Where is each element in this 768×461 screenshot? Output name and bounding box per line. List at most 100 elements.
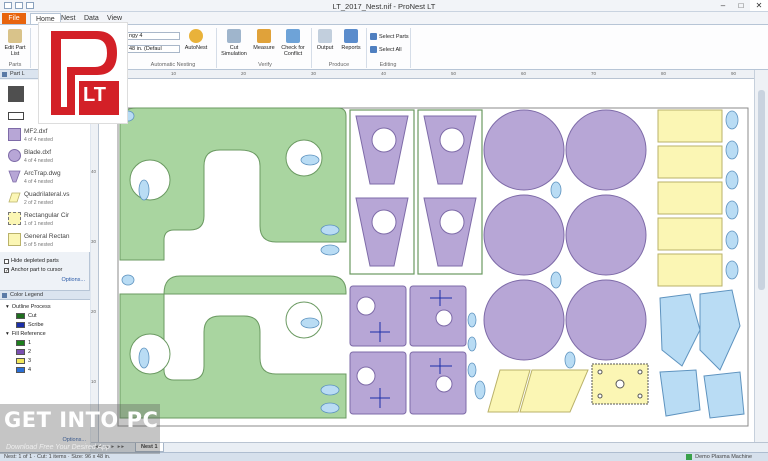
list-item[interactable]: ArcTrap.dwg 4 of 4 nested: [6, 168, 86, 188]
cut-simulation-label: Cut Simulation: [221, 45, 247, 57]
part-thumbnail[interactable]: [8, 86, 24, 102]
expand-icon: ▾: [6, 304, 9, 310]
ruler-label: 50: [451, 71, 457, 76]
ruler-label: 20: [91, 309, 97, 314]
list-item[interactable]: General Rectan 5 of 5 nested: [6, 231, 86, 251]
arctrap-part-icon: [8, 170, 21, 183]
pin-icon[interactable]: [2, 293, 7, 298]
reports-label: Reports: [341, 45, 361, 51]
fill-swatch: [16, 349, 25, 355]
part-name: MF2.dxf: [24, 128, 48, 135]
select-parts-label: Select Parts: [379, 33, 409, 40]
checkbox-box: [4, 258, 9, 264]
sheet-size-combo[interactable]: 48 in. (Defaul: [126, 45, 180, 53]
cut-label: Cut: [28, 313, 37, 319]
window-controls: – □ ✕: [714, 0, 768, 11]
nest-combo[interactable]: ngy 4: [126, 32, 180, 40]
list-item[interactable]: Quadrilateral.vs 2 of 2 nested: [6, 189, 86, 209]
ruler-label: 10: [91, 379, 97, 384]
ruler-label: 90: [731, 71, 737, 76]
rectangular-circle-part[interactable]: [591, 363, 649, 405]
select-parts-button[interactable]: Select Parts: [370, 33, 409, 40]
hide-depleted-label: Hide depleted parts: [11, 258, 59, 264]
list-item[interactable]: MF2.dxf 4 of 4 nested: [6, 126, 86, 146]
ruler-label: 40: [91, 169, 97, 174]
logo-graphic: [51, 31, 119, 115]
parts-group-label: Parts: [8, 62, 22, 68]
rectangular-circle-part-icon: [8, 212, 21, 225]
pin-icon[interactable]: [2, 72, 7, 77]
maximize-button[interactable]: □: [732, 0, 750, 11]
ruler-label: 70: [591, 71, 597, 76]
left-panel: Part L MF2.dxf 4 of 4 nested Blade.dxf 4…: [0, 70, 90, 453]
cut-simulation-button[interactable]: Cut Simulation: [219, 29, 249, 57]
machine-status-icon: [686, 454, 693, 460]
machine-name: Demo Plasma Machine: [695, 454, 752, 460]
checkbox-box: ✓: [4, 267, 10, 274]
edit-part-list-button[interactable]: Edit Part List: [3, 29, 27, 57]
pronest-lt-logo: LT: [38, 22, 128, 124]
hide-depleted-checkbox[interactable]: Hide depleted parts: [4, 258, 59, 264]
reports-button[interactable]: Reports: [339, 29, 363, 51]
minimize-button[interactable]: –: [714, 0, 732, 11]
tab-file[interactable]: File: [2, 13, 26, 24]
ruler-label: 10: [171, 71, 177, 76]
measure-icon: [257, 29, 271, 43]
quadrilateral-parts[interactable]: [487, 369, 589, 413]
fill-legend-row: 1: [16, 340, 31, 346]
part-count: 1 of 1 nested: [24, 221, 53, 227]
vertical-scrollbar[interactable]: [754, 70, 768, 442]
left-ruler: 50 40 30 20 10: [91, 79, 99, 442]
outline-process-label: Outline Process: [11, 304, 51, 310]
part-list-options-link[interactable]: Options...: [61, 277, 85, 283]
expand-icon: ▾: [6, 331, 9, 337]
blade-part-icon: [8, 149, 21, 162]
ruler-label: 20: [241, 71, 247, 76]
output-button[interactable]: Output: [314, 29, 336, 51]
scrollbar-thumb[interactable]: [758, 90, 765, 290]
ruler-label: 80: [661, 71, 667, 76]
select-all-label: Select All: [379, 46, 402, 53]
top-ruler: 0 10 20 30 40 50 60 70 80 90: [91, 70, 754, 79]
watermark-title: GET INTO PC: [4, 408, 159, 432]
fill-label: 1: [28, 340, 32, 346]
fill-swatch: [16, 367, 25, 373]
check-for-conflict-button[interactable]: Check for Conflict: [278, 29, 308, 57]
reports-icon: [344, 29, 358, 43]
fill-reference-row[interactable]: ▾ Fill Reference: [6, 331, 46, 337]
outline-process-row[interactable]: ▾ Outline Process: [6, 304, 51, 310]
list-item[interactable]: Blade.dxf 4 of 4 nested: [6, 147, 86, 167]
cut-swatch: [16, 313, 25, 319]
autonest-button[interactable]: AutoNest: [183, 29, 209, 51]
anchor-part-checkbox[interactable]: ✓ Anchor part to cursor: [4, 267, 62, 273]
measure-button[interactable]: Measure: [251, 29, 277, 51]
editing-group-label: Editing: [379, 62, 397, 68]
general-rectangle-parts[interactable]: [657, 109, 723, 287]
general-rectangle-part-icon: [8, 233, 21, 246]
nest-drawing[interactable]: [100, 80, 754, 442]
close-button[interactable]: ✕: [750, 0, 768, 11]
fill-legend-row: 2: [16, 349, 31, 355]
title-bar: LT_2017_Nest.nif - ProNest LT – □ ✕: [0, 0, 768, 12]
scribe-swatch: [16, 322, 25, 328]
ruler-label: 60: [521, 71, 527, 76]
mf2-part-icon: [8, 128, 21, 141]
produce-group-label: Produce: [328, 62, 350, 68]
scribe-legend-row: Scribe: [16, 322, 44, 328]
cut-legend-row: Cut: [16, 313, 37, 319]
scribe-label: Scribe: [28, 322, 44, 328]
machine-status: Demo Plasma Machine: [686, 453, 752, 461]
edit-part-list-label: Edit Part List: [4, 45, 26, 57]
fill-label: 4: [28, 367, 32, 373]
nest-canvas[interactable]: 0 10 20 30 40 50 60 70 80 90 50 40 30 20…: [91, 70, 754, 442]
part-name: Quadrilateral.vs: [24, 191, 70, 198]
fill-swatch: [16, 358, 25, 364]
part-name: Blade.dxf: [24, 149, 52, 156]
part-count: 2 of 2 nested: [24, 200, 53, 206]
part-thumbnail[interactable]: [8, 112, 24, 120]
list-item[interactable]: Rectangular Cir 1 of 1 nested: [6, 210, 86, 230]
fill-label: 3: [28, 358, 32, 364]
autonest-icon: [189, 29, 203, 43]
fill-legend-row: 3: [16, 358, 31, 364]
select-all-button[interactable]: Select All: [370, 46, 402, 53]
